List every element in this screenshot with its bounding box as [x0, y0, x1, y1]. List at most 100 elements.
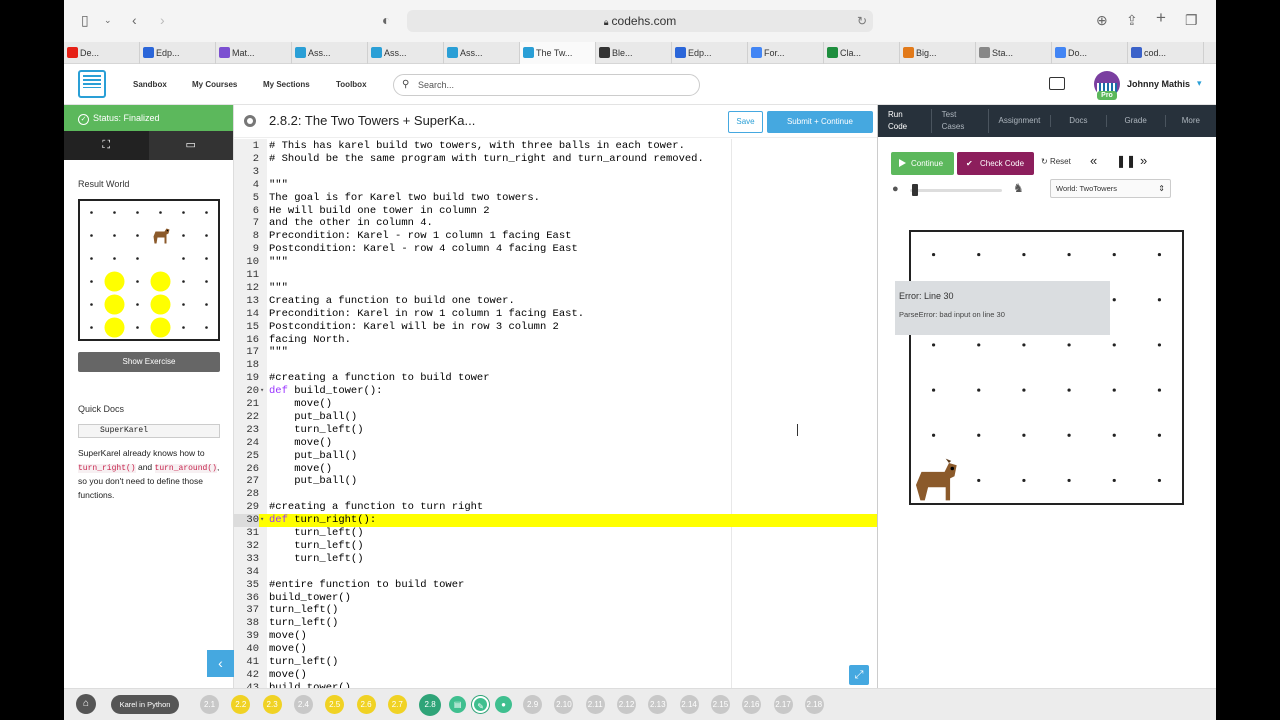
lesson-2-6[interactable]: 2.6 [356, 695, 376, 714]
code-line[interactable]: 3 [234, 166, 877, 179]
chevron-down-icon[interactable]: ⌄ [104, 11, 112, 29]
lesson-2-16[interactable]: 2.16 [742, 695, 762, 714]
tab-assignment[interactable]: Assignment [989, 115, 1052, 127]
lesson-2-15[interactable]: 2.15 [710, 695, 730, 714]
nav-sandbox[interactable]: Sandbox [133, 80, 167, 89]
lesson-current[interactable]: 2.8 [419, 694, 442, 716]
lesson-2-9[interactable]: 2.9 [523, 695, 543, 714]
submit-continue-button[interactable]: Submit + Continue [767, 111, 873, 133]
tab-overview-icon[interactable]: ❐ [1185, 11, 1198, 29]
lesson-item-dot[interactable]: ● [495, 696, 513, 713]
lesson-2-11[interactable]: 2.11 [585, 695, 605, 714]
browser-tab[interactable]: Edp... [140, 42, 216, 64]
share-icon[interactable]: ⇪ [1126, 11, 1138, 29]
code-line[interactable]: 28 [234, 488, 877, 501]
code-line[interactable]: 39 move() [234, 630, 877, 643]
user-name[interactable]: Johnny Mathis [1127, 79, 1190, 89]
reset-button[interactable]: ↻ Reset [1041, 157, 1071, 166]
lesson-2-4[interactable]: 2.4 [293, 695, 313, 714]
browser-tab[interactable]: Sta... [976, 42, 1052, 64]
world-select[interactable]: World: TwoTowers ⇕ [1050, 179, 1171, 198]
lesson-item-edit[interactable]: ✎ [472, 696, 490, 713]
fold-icon[interactable]: ▾ [260, 385, 266, 398]
code-line[interactable]: 15 Postcondition: Karel will be in row 3 … [234, 321, 877, 334]
tab-calendar[interactable]: ▭ [148, 131, 233, 160]
lesson-2-7[interactable]: 2.7 [387, 695, 407, 714]
code-line[interactable]: 32 turn_left() [234, 540, 877, 553]
home-button[interactable]: ⌂ [76, 694, 96, 714]
browser-tab[interactable]: Big... [900, 42, 976, 64]
code-editor[interactable]: 1 # This has karel build two towers, with… [234, 139, 877, 688]
check-code-button[interactable]: ✔ Check Code [957, 152, 1034, 175]
lesson-2-17[interactable]: 2.17 [773, 695, 793, 714]
code-line[interactable]: 4 """ [234, 179, 877, 192]
code-line[interactable]: 33 turn_left() [234, 553, 877, 566]
forward-icon[interactable]: › [160, 11, 165, 29]
fold-icon[interactable]: ▾ [260, 514, 266, 527]
speed-slider-handle[interactable] [912, 184, 918, 196]
browser-tab[interactable]: De... [64, 42, 140, 64]
lesson-2-3[interactable]: 2.3 [262, 695, 282, 714]
nav-my-sections[interactable]: My Sections [263, 80, 310, 89]
code-line[interactable]: 13 Creating a function to build one tower… [234, 295, 877, 308]
code-line[interactable]: 17 """ [234, 346, 877, 359]
code-line[interactable]: 1 # This has karel build two towers, with… [234, 140, 877, 153]
lesson-2-2[interactable]: 2.2 [231, 695, 251, 714]
code-line[interactable]: 26 move() [234, 463, 877, 476]
tab-docs[interactable]: Docs [1051, 115, 1107, 127]
code-line[interactable]: 27 put_ball() [234, 475, 877, 488]
codehs-logo-icon[interactable] [78, 70, 106, 98]
code-line[interactable]: 37 turn_left() [234, 604, 877, 617]
show-exercise-button[interactable]: Show Exercise [78, 352, 220, 372]
reload-icon[interactable]: ↻ [857, 10, 867, 32]
code-line[interactable]: 10 """ [234, 256, 877, 269]
lesson-2-5[interactable]: 2.5 [325, 695, 345, 714]
code-line[interactable]: 42 move() [234, 669, 877, 682]
code-line[interactable]: 23 turn_left() [234, 424, 877, 437]
tab-grade[interactable]: Grade [1107, 115, 1166, 127]
shield-icon[interactable]: ◐ [382, 11, 390, 29]
code-line[interactable]: 41 turn_left() [234, 656, 877, 669]
user-menu-caret-icon[interactable]: ▾ [1197, 78, 1202, 89]
code-line[interactable]: 8 Precondition: Karel - row 1 column 1 fa… [234, 230, 877, 243]
search-input[interactable]: ⚲ Search... [393, 74, 700, 96]
step-back-icon[interactable]: « [1090, 153, 1097, 168]
new-tab-icon[interactable]: + [1156, 9, 1166, 27]
save-button[interactable]: Save [728, 111, 763, 133]
download-icon[interactable]: ⊕ [1096, 11, 1108, 29]
collapse-sidebar-button[interactable]: ‹ [207, 650, 234, 677]
browser-tab[interactable]: Ass... [292, 42, 368, 64]
browser-tab[interactable]: cod... [1128, 42, 1204, 64]
expand-editor-button[interactable]: ⤢ [849, 665, 869, 685]
code-line[interactable]: 18 [234, 359, 877, 372]
code-line[interactable]: 22 put_ball() [234, 411, 877, 424]
code-line[interactable]: 12 """ [234, 282, 877, 295]
gear-icon[interactable] [244, 115, 256, 127]
code-line[interactable]: 5 The goal is for Karel two build two tow… [234, 192, 877, 205]
code-line[interactable]: 31 turn_left() [234, 527, 877, 540]
sidebar-toggle-icon[interactable]: ▯ [81, 11, 89, 29]
tab-run-code[interactable]: Run Code [878, 109, 932, 133]
continue-button[interactable]: Continue [891, 152, 954, 175]
step-forward-icon[interactable]: » [1140, 153, 1147, 168]
code-line[interactable]: 25 put_ball() [234, 450, 877, 463]
browser-tab[interactable]: Do... [1052, 42, 1128, 64]
speed-slider[interactable] [910, 189, 1002, 192]
browser-tab[interactable]: Mat... [216, 42, 292, 64]
browser-tab[interactable]: For... [748, 42, 824, 64]
browser-tab[interactable]: Ass... [368, 42, 444, 64]
lesson-2-10[interactable]: 2.10 [554, 695, 574, 714]
lesson-2-14[interactable]: 2.14 [679, 695, 699, 714]
tab-map[interactable]: ⛶ [64, 131, 149, 160]
window-icon[interactable] [1049, 77, 1065, 90]
code-line[interactable]: 24 move() [234, 437, 877, 450]
code-line[interactable]: 21 move() [234, 398, 877, 411]
lesson-2-12[interactable]: 2.12 [617, 695, 636, 714]
code-line[interactable]: 36 build_tower() [234, 592, 877, 605]
code-line[interactable]: 38 turn_left() [234, 617, 877, 630]
code-line[interactable]: 30 ▾ def turn_right(): [234, 514, 877, 527]
code-line[interactable]: 6 He will build one tower in column 2 [234, 205, 877, 218]
code-line[interactable]: 40 move() [234, 643, 877, 656]
code-line[interactable]: 2 # Should be the same program with turn_… [234, 153, 877, 166]
address-bar[interactable]: 🔒︎ codehs.com ↻ [407, 10, 873, 32]
